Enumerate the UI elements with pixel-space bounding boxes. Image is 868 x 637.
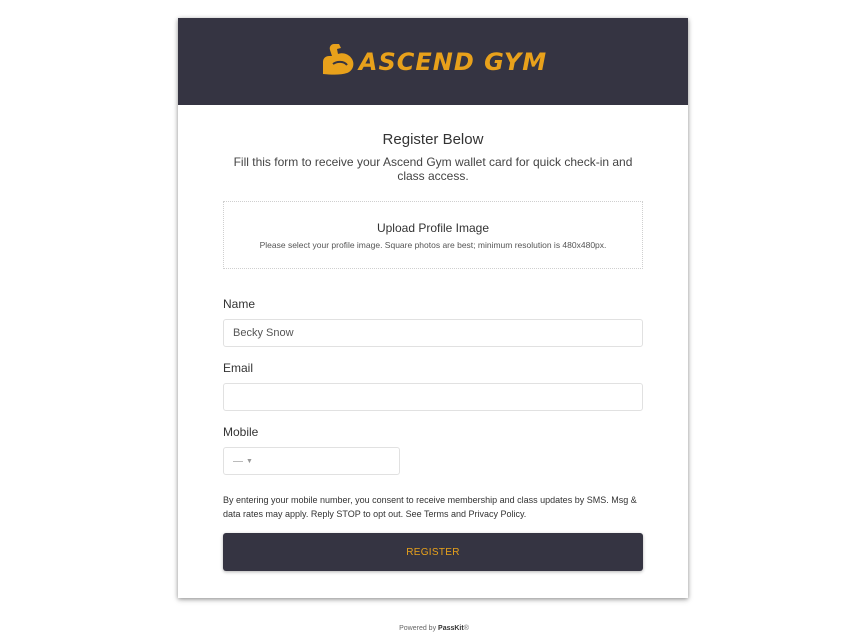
- name-field[interactable]: Becky Snow: [223, 319, 643, 347]
- registered-mark: ®: [463, 625, 469, 632]
- upload-title: Upload Profile Image: [376, 220, 490, 235]
- register-button[interactable]: REGISTER: [223, 533, 643, 571]
- powered-by-footer: Powered by PassKit®: [0, 625, 868, 632]
- brand-header: ASCEND GYM: [178, 18, 688, 105]
- registration-card: ASCEND GYM Register Below Fill this form…: [178, 18, 688, 598]
- country-flag-placeholder: [233, 460, 243, 462]
- profile-image-upload[interactable]: Upload Profile Image Please select your …: [223, 201, 643, 269]
- form-title: Register Below: [382, 131, 484, 148]
- name-label: Name: [223, 297, 256, 311]
- upload-hint: Please select your profile image. Square…: [259, 239, 607, 250]
- email-field[interactable]: [223, 383, 643, 411]
- sms-consent-text: By entering your mobile number, you cons…: [223, 495, 637, 519]
- brand-logo: ASCEND GYM: [319, 40, 547, 83]
- mobile-label: Mobile: [223, 425, 259, 439]
- flexed-arm-icon: [319, 40, 357, 83]
- chevron-down-icon: ▼: [246, 457, 253, 465]
- email-label: Email: [223, 361, 254, 375]
- passkit-link[interactable]: PassKit: [438, 625, 464, 632]
- powered-by-text: Powered by: [399, 625, 437, 632]
- brand-logo-text: ASCEND GYM: [358, 47, 548, 76]
- country-code-select[interactable]: ▼: [233, 458, 253, 465]
- form-content: Register Below Fill this form to receive…: [178, 131, 688, 571]
- form-subtitle: Fill this form to receive your Ascend Gy…: [233, 155, 633, 183]
- mobile-field[interactable]: ▼: [223, 447, 400, 475]
